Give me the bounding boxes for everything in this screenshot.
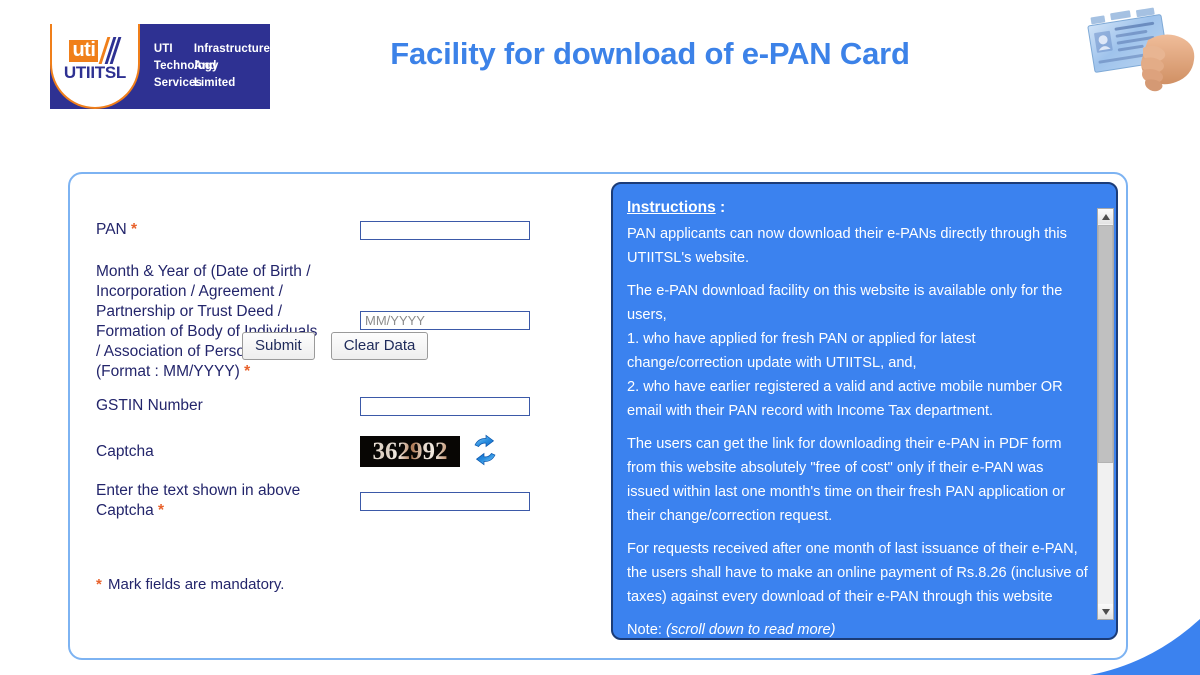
captcha-entry-input[interactable] bbox=[360, 492, 530, 511]
gstin-input[interactable] bbox=[360, 397, 530, 416]
pan-input[interactable] bbox=[360, 221, 530, 240]
mandatory-asterisk: * bbox=[96, 576, 102, 593]
form-action-buttons: Submit Clear Data bbox=[242, 332, 429, 360]
instructions-title-colon: : bbox=[715, 199, 726, 216]
page-title: Facility for download of e-PAN Card bbox=[390, 36, 910, 71]
mandatory-note-text: Mark fields are mandatory. bbox=[108, 576, 285, 593]
pan-required-asterisk: * bbox=[131, 221, 138, 238]
page-header: uti UTIITSL UTI Infrastructure Technology… bbox=[0, 0, 1200, 130]
submit-button[interactable]: Submit bbox=[242, 332, 315, 360]
logo-utiitsl-text: UTIITSL bbox=[63, 63, 126, 82]
month-year-line-5: / Association of Persons) bbox=[96, 343, 267, 360]
logo-slashes-icon bbox=[98, 37, 122, 64]
instructions-note-label: Note: bbox=[627, 622, 662, 638]
captcha-entry-line-2: Captcha bbox=[96, 502, 154, 519]
instructions-paragraph-2: The e-PAN download facility on this webs… bbox=[627, 283, 1063, 323]
gstin-label: GSTIN Number bbox=[96, 397, 203, 414]
pan-label-text: PAN bbox=[96, 221, 127, 238]
logo-line3-col2: Limited bbox=[193, 77, 236, 89]
field-row-gstin: GSTIN Number bbox=[96, 396, 358, 416]
pan-card-hand-illustration bbox=[1087, 7, 1195, 92]
captcha-entry-label: Enter the text shown in above Captcha * bbox=[96, 481, 358, 521]
logo-line2-col1: Technology bbox=[153, 60, 219, 72]
scroll-up-arrow-icon bbox=[1101, 213, 1110, 220]
instructions-paragraph-1: PAN applicants can now download their e-… bbox=[627, 226, 1067, 266]
logo-uti-text: uti bbox=[69, 40, 99, 62]
instructions-title: Instructions : bbox=[627, 196, 1088, 220]
month-year-input[interactable] bbox=[360, 311, 530, 330]
instructions-note: Note: (scroll down to read more) bbox=[627, 618, 1088, 638]
captcha-code-text: 362992 bbox=[372, 437, 448, 465]
logo-line2-col2: And bbox=[193, 60, 217, 72]
page-root: uti UTIITSL UTI Infrastructure Technology… bbox=[0, 0, 1200, 675]
instructions-note-text: (scroll down to read more) bbox=[665, 622, 836, 638]
scrollbar-up-button[interactable] bbox=[1098, 209, 1113, 224]
captcha-label: Captcha bbox=[96, 443, 154, 460]
scroll-down-arrow-icon bbox=[1101, 608, 1110, 615]
refresh-captcha-icon[interactable] bbox=[468, 434, 502, 466]
scrollbar-down-button[interactable] bbox=[1098, 604, 1113, 619]
field-row-captcha: Captcha bbox=[96, 442, 358, 462]
logo-line1-col2: Infrastructure bbox=[193, 43, 270, 55]
instructions-paragraph-6: For requests received after one month of… bbox=[627, 541, 1088, 605]
field-row-captcha-entry: Enter the text shown in above Captcha * bbox=[96, 481, 358, 521]
instructions-text-area: Instructions : PAN applicants can now do… bbox=[613, 184, 1098, 638]
instructions-paragraph-4: 2. who have earlier registered a valid a… bbox=[627, 379, 1063, 419]
month-year-label: Month & Year of (Date of Birth / Incorpo… bbox=[96, 262, 358, 382]
instructions-title-text: Instructions bbox=[627, 199, 716, 216]
captcha-image: 362992 bbox=[360, 436, 460, 467]
utiitsl-logo: uti UTIITSL UTI Infrastructure Technology… bbox=[50, 24, 270, 109]
instructions-paragraph-3: 1. who have applied for fresh PAN or app… bbox=[627, 331, 976, 371]
logo-line1-col1: UTI bbox=[153, 43, 173, 55]
captcha-entry-line-1: Enter the text shown in above bbox=[96, 482, 301, 499]
logo-shield-mark: uti UTIITSL bbox=[50, 24, 140, 109]
field-row-pan: PAN * bbox=[96, 220, 358, 240]
mandatory-fields-note: * Mark fields are mandatory. bbox=[96, 576, 284, 593]
scrollbar-thumb[interactable] bbox=[1098, 225, 1113, 463]
field-row-month-year: Month & Year of (Date of Birth / Incorpo… bbox=[96, 262, 358, 382]
logo-uti-row: uti bbox=[69, 37, 122, 64]
instructions-paragraph-5: The users can get the link for downloadi… bbox=[627, 436, 1066, 524]
pan-label: PAN * bbox=[96, 220, 358, 240]
captcha-entry-required-asterisk: * bbox=[158, 502, 165, 519]
instructions-panel: Instructions : PAN applicants can now do… bbox=[611, 182, 1118, 640]
clear-data-button[interactable]: Clear Data bbox=[330, 332, 429, 360]
month-year-required-asterisk: * bbox=[244, 363, 251, 380]
month-year-line-3: Partnership or Trust Deed / bbox=[96, 303, 283, 320]
month-year-line-6: (Format : MM/YYYY) bbox=[96, 363, 240, 380]
logo-company-name: UTI Infrastructure Technology And Services… bbox=[140, 24, 270, 109]
instructions-scrollbar[interactable] bbox=[1097, 208, 1114, 620]
month-year-line-1: Month & Year of (Date of Birth / bbox=[96, 263, 311, 280]
month-year-line-2: Incorporation / Agreement / bbox=[96, 283, 283, 300]
logo-line3-col1: Services bbox=[153, 77, 202, 89]
